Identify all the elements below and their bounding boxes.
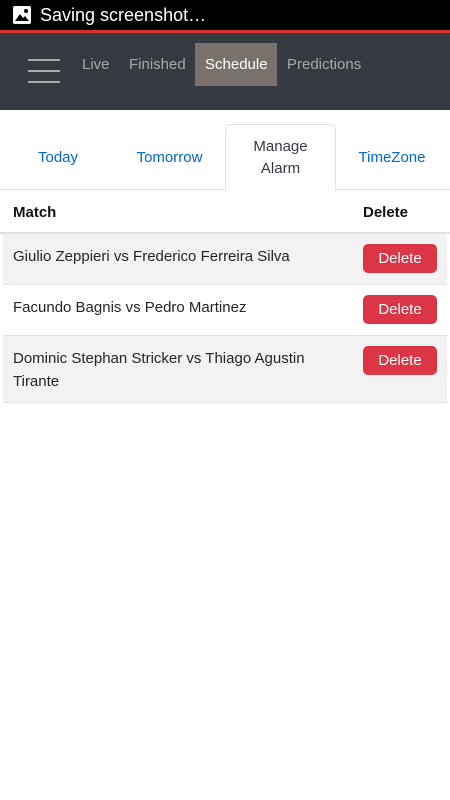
table-header: Match Delete — [0, 190, 450, 234]
match-name: Giulio Zeppieri vs Frederico Ferreira Si… — [13, 248, 290, 265]
tab-today[interactable]: Today — [3, 124, 113, 190]
column-header-delete: Delete — [363, 204, 409, 221]
table-row: Dominic Stephan Stricker vs Thiago Agust… — [3, 336, 447, 403]
status-bar: Saving screenshot… — [0, 0, 450, 30]
tab-manage-alarm-line1: Manage — [253, 137, 308, 155]
tab-manage-alarm[interactable]: Manage Alarm — [225, 124, 336, 191]
tab-timezone[interactable]: TimeZone — [337, 124, 447, 190]
nav-live[interactable]: Live — [72, 43, 120, 86]
nav-predictions[interactable]: Predictions — [277, 43, 371, 86]
tab-tomorrow[interactable]: Tomorrow — [114, 124, 225, 190]
tab-manage-alarm-line2: Alarm — [260, 159, 301, 177]
delete-button[interactable]: Delete — [363, 244, 437, 273]
table-row: Giulio Zeppieri vs Frederico Ferreira Si… — [3, 234, 447, 285]
status-text: Saving screenshot… — [40, 4, 207, 25]
nav-finished[interactable]: Finished — [119, 43, 196, 86]
match-name: Dominic Stephan Stricker vs Thiago Agust… — [13, 350, 305, 390]
nav-schedule[interactable]: Schedule — [195, 43, 277, 86]
table-row: Facundo Bagnis vs Pedro Martinez Delete — [3, 285, 447, 336]
match-name: Facundo Bagnis vs Pedro Martinez — [13, 299, 247, 316]
image-icon — [12, 5, 32, 25]
schedule-tabs: Today Tomorrow Manage Alarm TimeZone — [0, 110, 450, 191]
hamburger-menu-icon[interactable] — [28, 59, 60, 85]
column-header-match: Match — [13, 204, 57, 221]
delete-button[interactable]: Delete — [363, 346, 437, 375]
top-navbar: Live Finished Schedule Predictions — [0, 33, 450, 110]
delete-button[interactable]: Delete — [363, 295, 437, 324]
